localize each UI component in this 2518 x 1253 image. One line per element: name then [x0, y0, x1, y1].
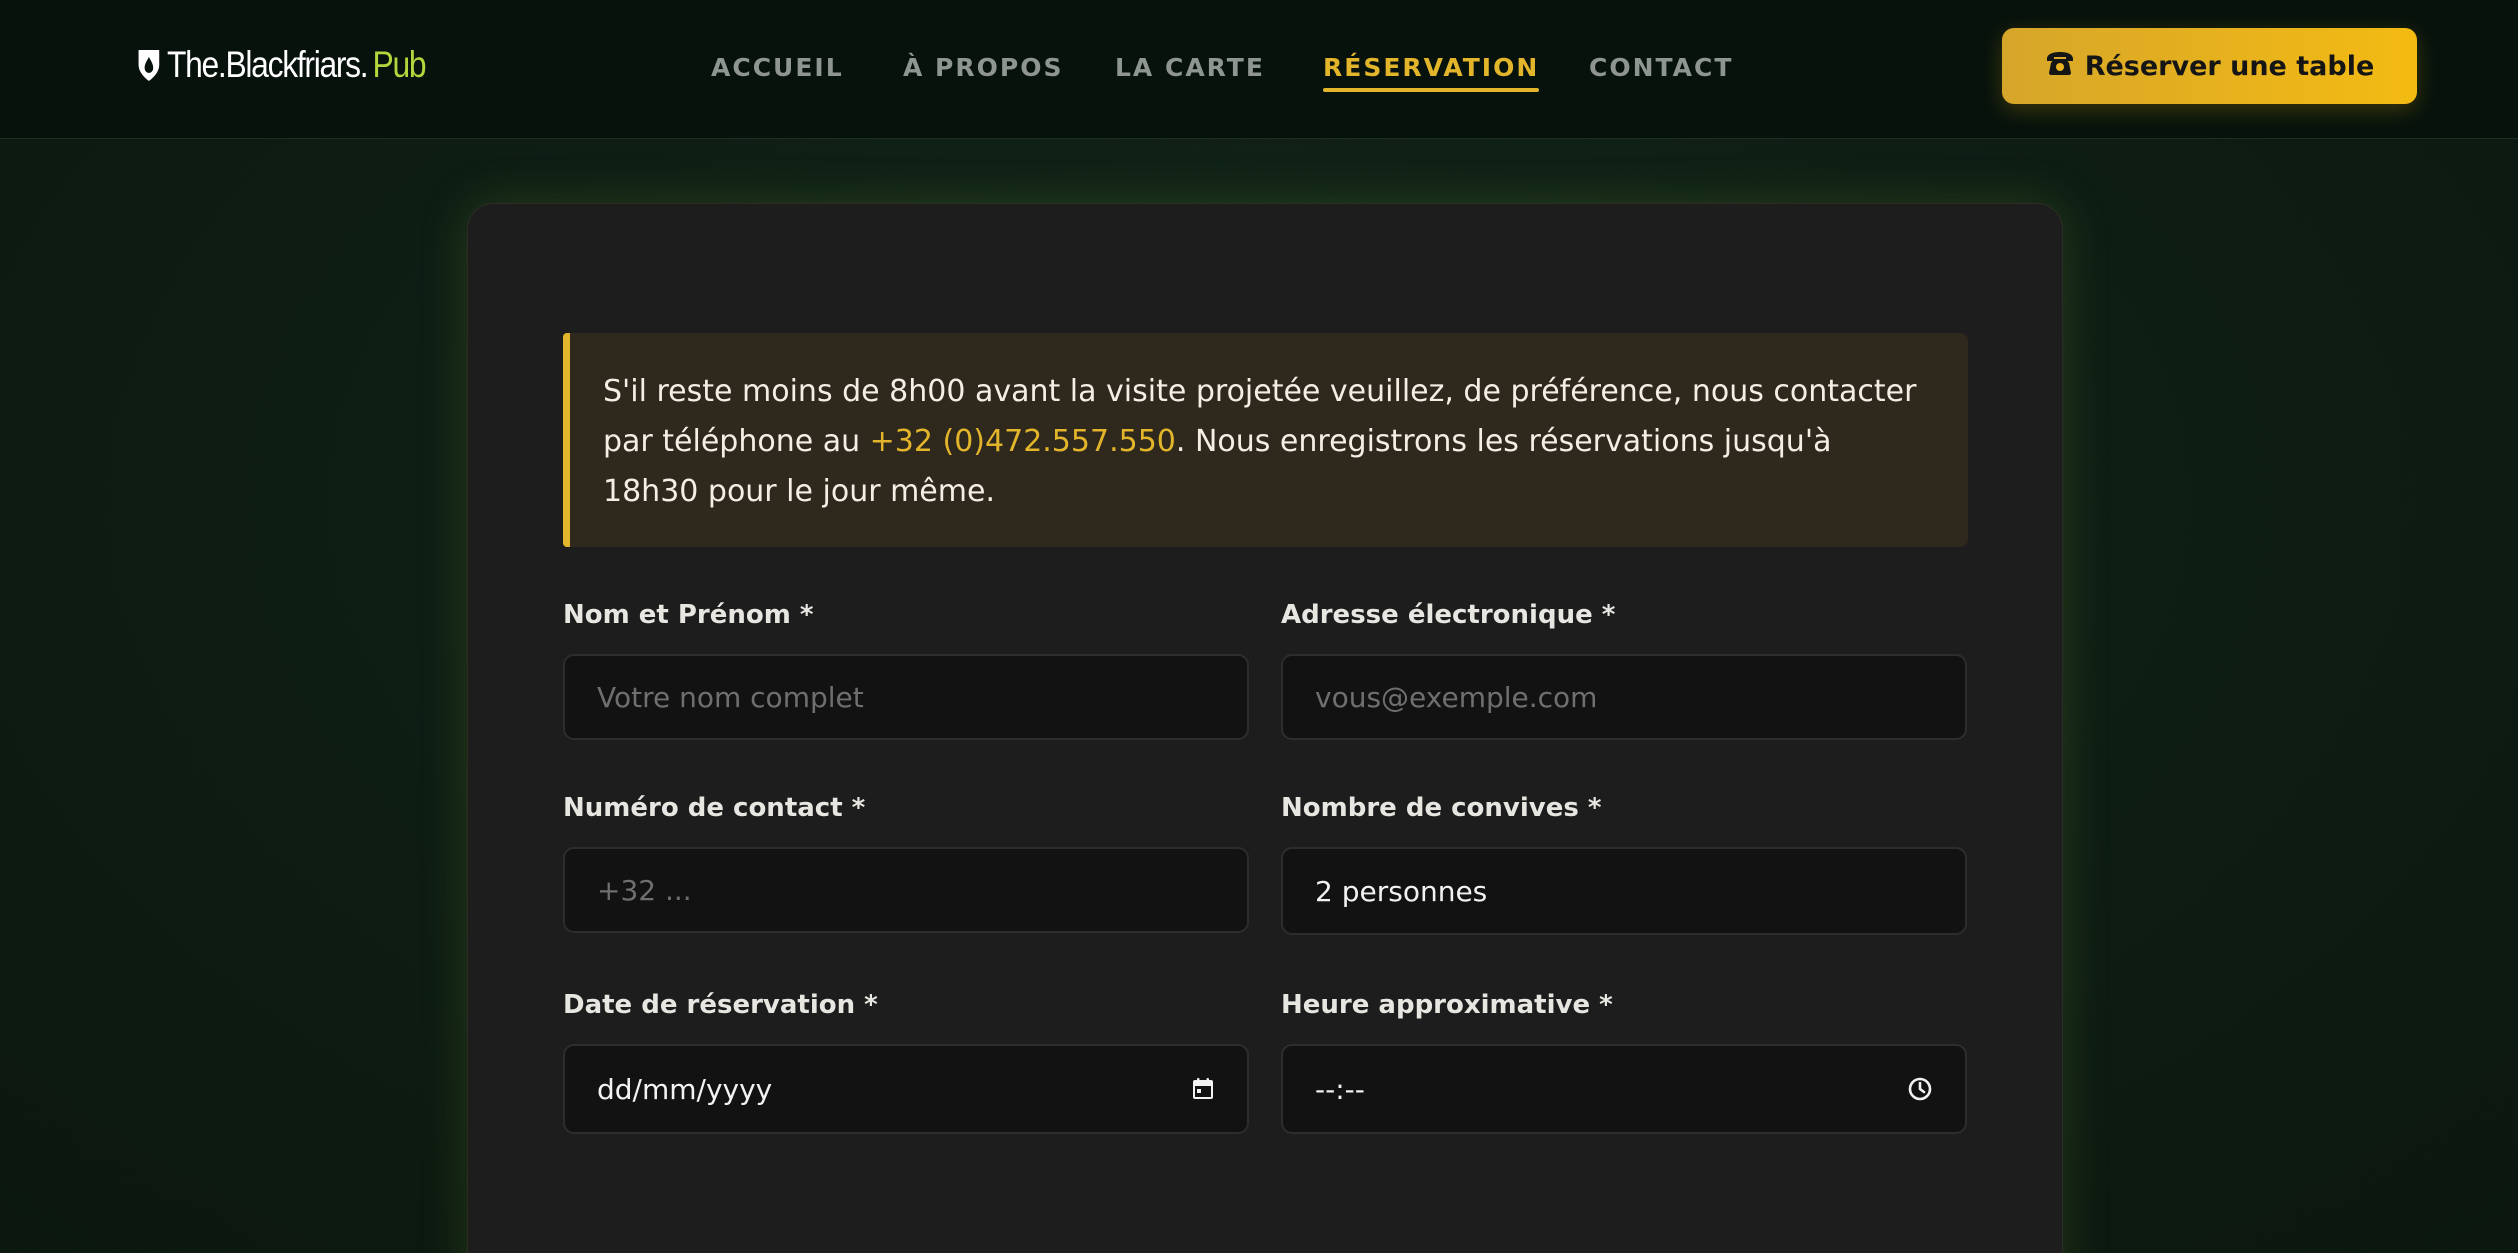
clock-icon[interactable] — [1907, 1076, 1933, 1102]
nav-accueil[interactable]: ACCUEIL — [711, 48, 844, 92]
nav-a-propos[interactable]: À PROPOS — [903, 48, 1063, 92]
guests-label: Nombre de convives * — [1281, 793, 1602, 823]
main-nav: ACCUEIL À PROPOS LA CARTE RÉSERVATION CO… — [711, 48, 1731, 92]
phone-placeholder: +32 ... — [597, 873, 692, 907]
phone-icon — [2045, 50, 2075, 83]
date-value: dd/mm/yyyy — [597, 1072, 773, 1106]
phone-input[interactable]: +32 ... — [563, 847, 1249, 933]
reservation-notice: S'il reste moins de 8h00 avant la visite… — [563, 333, 1968, 547]
reserve-table-button[interactable]: Réserver une table — [2002, 28, 2417, 104]
nav-reservation[interactable]: RÉSERVATION — [1323, 48, 1540, 92]
phone-label: Numéro de contact * — [563, 793, 866, 823]
calendar-icon[interactable] — [1191, 1077, 1215, 1101]
email-label: Adresse électronique * — [1281, 600, 1616, 630]
name-input[interactable]: Votre nom complet — [563, 654, 1249, 740]
site-logo[interactable]: The.Blackfriars. Pub — [136, 44, 427, 86]
logo-suffix-text: Pub — [372, 44, 427, 85]
time-input[interactable]: --:-- — [1281, 1044, 1967, 1134]
time-label: Heure approximative * — [1281, 990, 1613, 1020]
nav-la-carte[interactable]: LA CARTE — [1115, 48, 1265, 92]
site-header: The.Blackfriars. Pub ACCUEIL À PROPOS LA … — [0, 0, 2518, 139]
notice-phone-link[interactable]: +32 (0)472.557.550 — [870, 424, 1176, 459]
logo-main-text: The.Blackfriars. — [166, 44, 369, 85]
shield-logo-icon — [136, 47, 162, 83]
email-placeholder: vous@exemple.com — [1315, 680, 1598, 714]
time-value: --:-- — [1315, 1072, 1365, 1106]
name-placeholder: Votre nom complet — [597, 680, 864, 714]
name-label: Nom et Prénom * — [563, 600, 814, 630]
reserve-table-label: Réserver une table — [2084, 50, 2375, 82]
date-label: Date de réservation * — [563, 990, 878, 1020]
date-input[interactable]: dd/mm/yyyy — [563, 1044, 1249, 1134]
email-input[interactable]: vous@exemple.com — [1281, 654, 1967, 740]
nav-contact[interactable]: CONTACT — [1589, 48, 1733, 92]
guests-select[interactable]: 2 personnes — [1281, 847, 1967, 935]
guests-value: 2 personnes — [1315, 874, 1488, 908]
reservation-card: S'il reste moins de 8h00 avant la visite… — [467, 203, 2063, 1253]
